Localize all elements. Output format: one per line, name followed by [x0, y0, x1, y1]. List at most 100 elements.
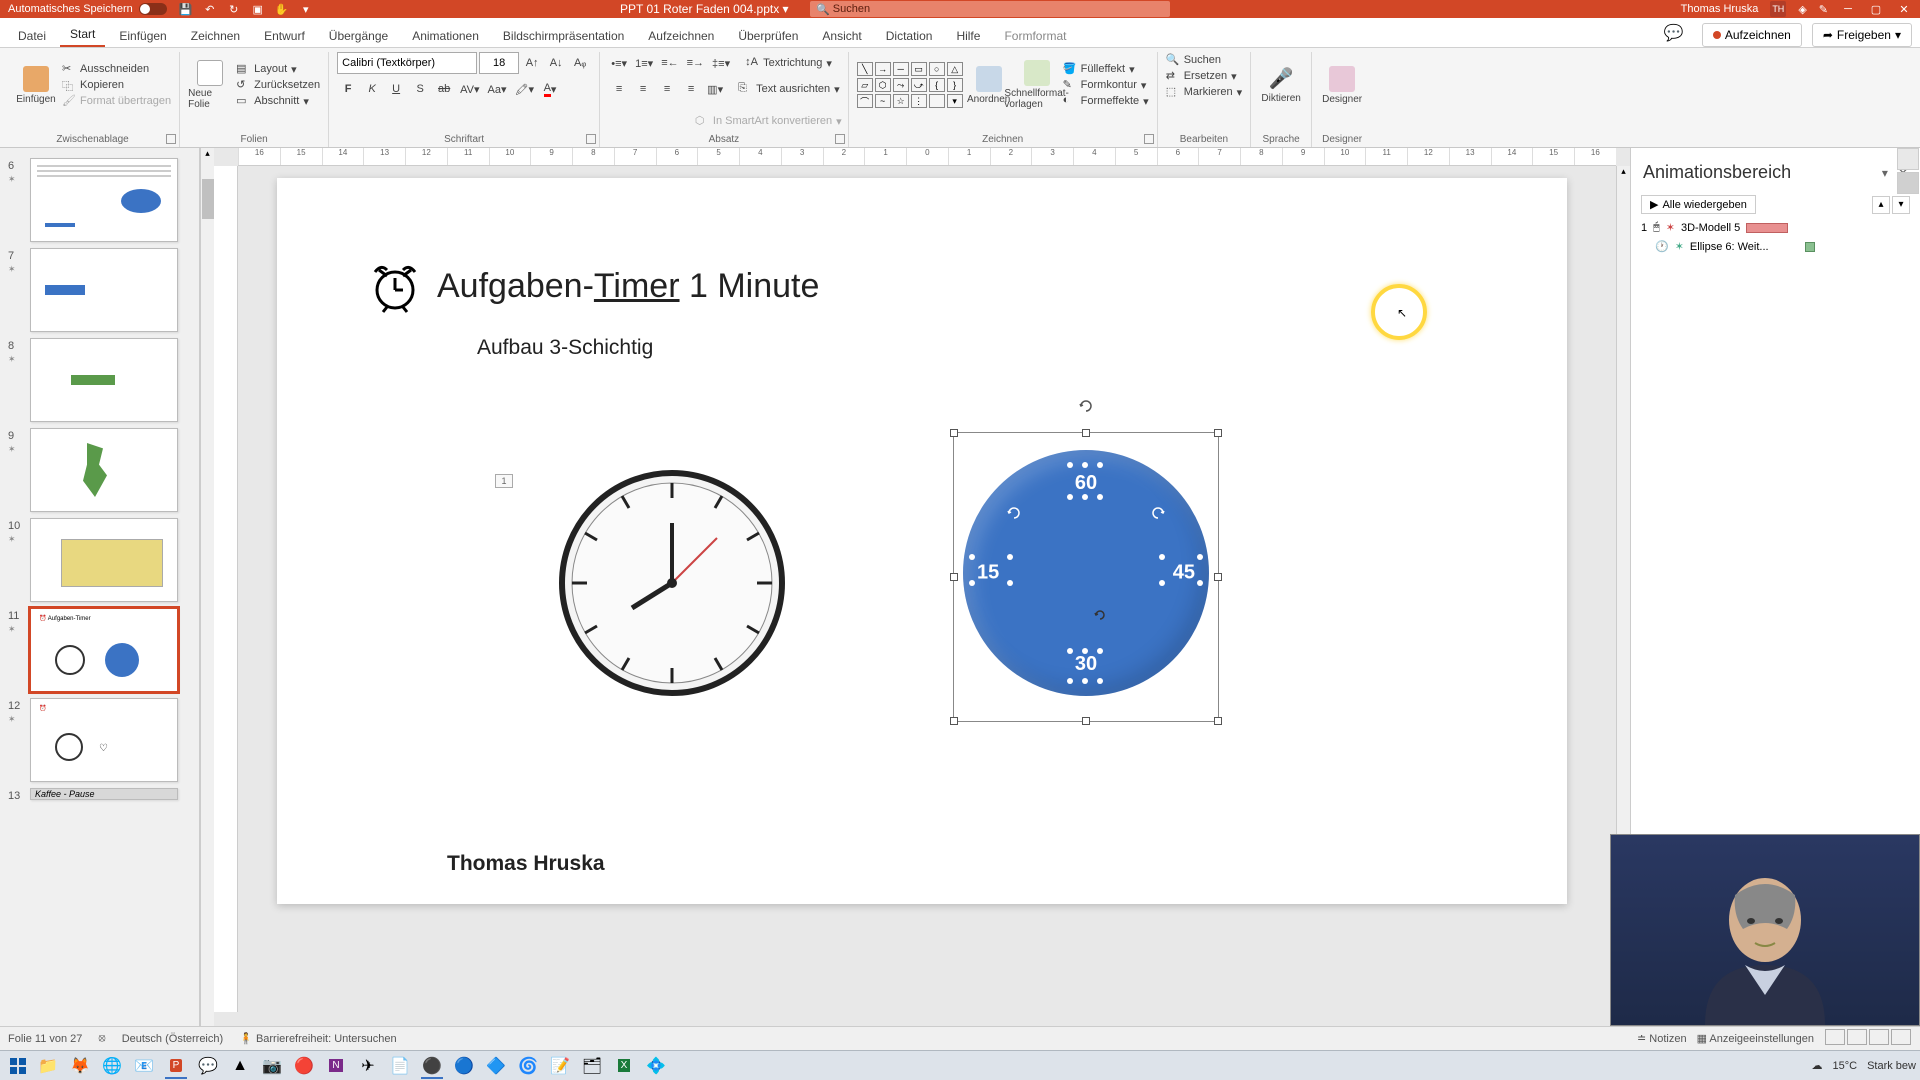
slide-thumb-12[interactable]: 12✶ ⏰ ♡ — [30, 698, 187, 782]
notizen-button[interactable]: ≐ Notizen — [1637, 1032, 1687, 1045]
columns-button[interactable]: ▥▾ — [704, 78, 726, 100]
slide-thumb-8[interactable]: 8✶ — [30, 338, 187, 422]
formeffekte-button[interactable]: ◐Formeffekte ▾ — [1063, 93, 1149, 109]
panel-tab-2-icon[interactable] — [1897, 172, 1919, 194]
aufzeichnen-button[interactable]: Aufzeichnen — [1702, 23, 1802, 47]
slide-thumb-6[interactable]: 6✶ — [30, 158, 187, 242]
excel-icon[interactable]: X — [609, 1053, 639, 1079]
play-all-button[interactable]: ▶Alle wiedergeben — [1641, 195, 1756, 214]
shape-star-icon[interactable]: ☆ — [893, 94, 909, 108]
anim-item-2[interactable]: 🕐 ✶ Ellipse 6: Weit... — [1631, 237, 1920, 256]
tab-ansicht[interactable]: Ansicht — [812, 23, 871, 47]
tab-start[interactable]: Start — [60, 21, 105, 47]
maximize-icon[interactable]: ▢ — [1868, 3, 1884, 16]
telegram-icon[interactable]: ✈ — [353, 1053, 383, 1079]
onenote-icon[interactable]: N — [321, 1053, 351, 1079]
shape-rect2-icon[interactable]: ▱ — [857, 78, 873, 92]
textrichtung-button[interactable]: ↕ATextrichtung ▾ — [745, 55, 832, 71]
tab-hilfe[interactable]: Hilfe — [946, 23, 990, 47]
resize-handle-icon[interactable] — [950, 573, 958, 581]
firefox-icon[interactable]: 🦊 — [65, 1053, 95, 1079]
app-icon[interactable]: 📄 — [385, 1053, 415, 1079]
tab-formformat[interactable]: Formformat — [994, 23, 1076, 47]
abschnitt-button[interactable]: ▭Abschnitt ▾ — [236, 93, 320, 109]
scroll-up-icon[interactable]: ▴ — [1617, 166, 1630, 177]
obs-icon[interactable]: ⚫ — [417, 1053, 447, 1079]
designer-button[interactable]: Designer — [1320, 52, 1364, 118]
system-tray[interactable]: ☁ 15°C Stark bew — [1812, 1059, 1917, 1072]
comments-icon[interactable]: 💬 — [1656, 19, 1692, 47]
layout-button[interactable]: ▤Layout ▾ — [236, 61, 320, 77]
kopieren-button[interactable]: ⿻Kopieren — [62, 77, 171, 93]
shape-rect-icon[interactable]: ▭ — [911, 62, 927, 76]
document-title[interactable]: PPT 01 Roter Faden 004.pptx ▾ — [620, 2, 789, 16]
toggle-switch-icon[interactable] — [139, 3, 167, 15]
format-uebertragen-button[interactable]: 🖌Format übertragen — [62, 93, 171, 109]
shape-line2-icon[interactable]: ─ — [893, 62, 909, 76]
shape-arrow-icon[interactable]: → — [875, 62, 891, 76]
shape-tri-icon[interactable]: △ — [947, 62, 963, 76]
tab-einfuegen[interactable]: Einfügen — [109, 23, 176, 47]
dialog-launcher-icon[interactable] — [835, 134, 845, 144]
undo-icon[interactable]: ↶ — [203, 2, 217, 16]
align-justify-button[interactable]: ≡ — [680, 78, 702, 100]
decrease-font-icon[interactable]: A↓ — [545, 52, 567, 74]
slideshow-view-icon[interactable] — [1891, 1029, 1911, 1045]
shape-brace-icon[interactable]: { — [929, 78, 945, 92]
fuelleffekt-button[interactable]: 🪣Fülleffekt ▾ — [1063, 61, 1149, 77]
user-name[interactable]: Thomas Hruska — [1681, 3, 1759, 15]
save-icon[interactable]: 💾 — [179, 2, 193, 16]
formkontur-button[interactable]: ✎Formkontur ▾ — [1063, 77, 1149, 93]
italic-button[interactable]: K — [361, 78, 383, 100]
slide-counter[interactable]: Folie 11 von 27 — [8, 1033, 82, 1045]
resize-handle-icon[interactable] — [950, 717, 958, 725]
bold-button[interactable]: F — [337, 78, 359, 100]
app-icon[interactable]: 💬 — [193, 1053, 223, 1079]
line-spacing-button[interactable]: ‡≡▾ — [709, 52, 733, 74]
anim-timeline-bar[interactable] — [1746, 223, 1788, 233]
suchen-button[interactable]: 🔍Suchen — [1166, 52, 1242, 68]
blue-timer-circle[interactable]: 60 45 30 15 — [963, 450, 1209, 696]
slide-thumb-10[interactable]: 10✶ — [30, 518, 187, 602]
highlight-button[interactable]: 🖍▾ — [512, 78, 538, 100]
rotate-handle-icon[interactable] — [1078, 398, 1094, 414]
redo-icon[interactable]: ↻ — [227, 2, 241, 16]
tab-aufzeichnen[interactable]: Aufzeichnen — [638, 23, 724, 47]
weather-icon[interactable]: ☁ — [1812, 1059, 1823, 1072]
spacing-button[interactable]: AV▾ — [457, 78, 482, 100]
shapes-expand-icon[interactable]: ▾ — [947, 94, 963, 108]
shapes-gallery[interactable]: ╲→─▭○△ ▱⬡⤳⤻{} ⌒~☆⋮▾ — [857, 62, 963, 108]
resize-handle-icon[interactable] — [1082, 429, 1090, 437]
underline-button[interactable]: U — [385, 78, 407, 100]
shape-more-icon[interactable]: ⋮ — [911, 94, 927, 108]
vlc-icon[interactable]: ▲ — [225, 1053, 255, 1079]
reading-view-icon[interactable] — [1869, 1029, 1889, 1045]
strike-button[interactable]: ab — [433, 78, 455, 100]
text-ausrichten-button[interactable]: ⎘Text ausrichten ▾ — [738, 81, 840, 97]
present-icon[interactable]: ▣ — [251, 2, 265, 16]
outlook-icon[interactable]: 📧 — [129, 1053, 159, 1079]
resize-handle-icon[interactable] — [1214, 717, 1222, 725]
shape-brace2-icon[interactable]: } — [947, 78, 963, 92]
align-left-button[interactable]: ≡ — [608, 78, 630, 100]
powerpoint-icon[interactable]: P — [161, 1053, 191, 1079]
language-status[interactable]: Deutsch (Österreich) — [122, 1033, 223, 1045]
spell-icon[interactable]: ⦻ — [98, 1032, 105, 1045]
start-button[interactable] — [4, 1053, 32, 1079]
app-icon[interactable]: 📝 — [545, 1053, 575, 1079]
slide-thumb-9[interactable]: 9✶ — [30, 428, 187, 512]
shape-conn-icon[interactable]: ⤳ — [893, 78, 909, 92]
dialog-launcher-icon[interactable] — [586, 134, 596, 144]
coming-soon-icon[interactable]: ◈ — [1798, 3, 1806, 16]
chrome-icon[interactable]: 🌐 — [97, 1053, 127, 1079]
shape-conn2-icon[interactable]: ⤻ — [911, 78, 927, 92]
minimize-icon[interactable]: ─ — [1840, 3, 1856, 15]
resize-handle-icon[interactable] — [1214, 429, 1222, 437]
close-icon[interactable]: ✕ — [1896, 3, 1912, 16]
app-icon[interactable]: 🔴 — [289, 1053, 319, 1079]
slide-thumb-7[interactable]: 7✶ — [30, 248, 187, 332]
font-size-select[interactable]: 18 — [479, 52, 519, 74]
tab-entwurf[interactable]: Entwurf — [254, 23, 315, 47]
scrollbar-thumb[interactable] — [202, 179, 214, 219]
shape-free-icon[interactable]: ~ — [875, 94, 891, 108]
